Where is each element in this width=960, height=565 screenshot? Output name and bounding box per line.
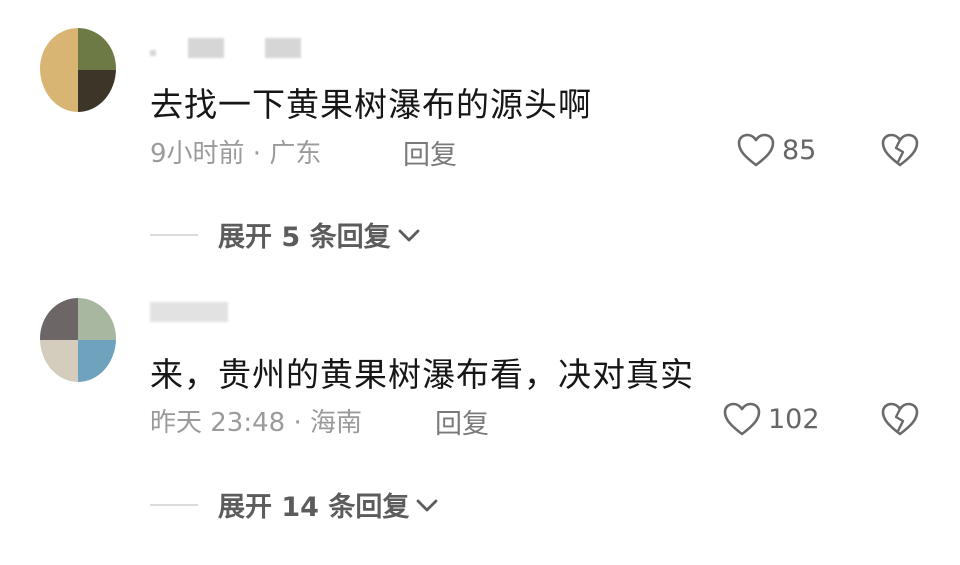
heart-outline-icon [737, 133, 775, 167]
comment-meta: 昨天 23:48 · 海南 [150, 402, 362, 439]
reply-button[interactable]: 回复 [435, 402, 489, 441]
chevron-down-icon [416, 499, 438, 511]
comment-text: 去找一下黄果树瀑布的源头啊 [150, 85, 592, 124]
like-button[interactable]: 85 [736, 132, 816, 168]
dislike-button[interactable] [880, 132, 920, 172]
avatar[interactable] [40, 28, 116, 112]
comment-location: 广东 [269, 139, 322, 169]
comment-text: 来，贵州的黄果树瀑布看，决对真实 [150, 355, 694, 394]
dislike-button[interactable] [880, 401, 920, 441]
comment-location: 海南 [310, 408, 363, 438]
like-count: 85 [782, 134, 817, 166]
expand-replies-button[interactable]: 展开 14 条回复 [150, 485, 439, 524]
comment-item: 去找一下黄果树瀑布的源头啊 9小时前 · 广东 回复 85 展开 5 条回复 [0, 0, 960, 280]
heart-outline-icon [723, 402, 761, 436]
expand-replies-button[interactable]: 展开 5 条回复 [150, 215, 421, 254]
broken-heart-icon [881, 402, 919, 436]
expand-replies-label: 展开 14 条回复 [218, 492, 410, 523]
chevron-down-icon [398, 229, 419, 241]
comment-time: 9小时前 [150, 139, 245, 169]
username-blurred[interactable] [150, 38, 310, 58]
meta-separator: · [285, 408, 310, 438]
like-count: 102 [768, 403, 820, 435]
divider-line [150, 233, 198, 236]
expand-replies-label: 展开 5 条回复 [218, 222, 391, 253]
avatar-image [40, 298, 78, 340]
comment-item: 来，贵州的黄果树瀑布看，决对真实 昨天 23:48 · 海南 回复 102 展开… [0, 280, 960, 565]
divider-line [150, 503, 198, 506]
broken-heart-icon [881, 133, 919, 167]
meta-separator: · [244, 139, 270, 169]
comment-time: 昨天 23:48 [150, 408, 286, 438]
avatar[interactable] [40, 298, 116, 382]
like-button[interactable]: 102 [722, 401, 820, 437]
avatar-image [40, 28, 78, 112]
username-blurred[interactable] [150, 302, 230, 322]
comment-meta: 9小时前 · 广东 [150, 133, 321, 170]
reply-button[interactable]: 回复 [403, 133, 457, 172]
